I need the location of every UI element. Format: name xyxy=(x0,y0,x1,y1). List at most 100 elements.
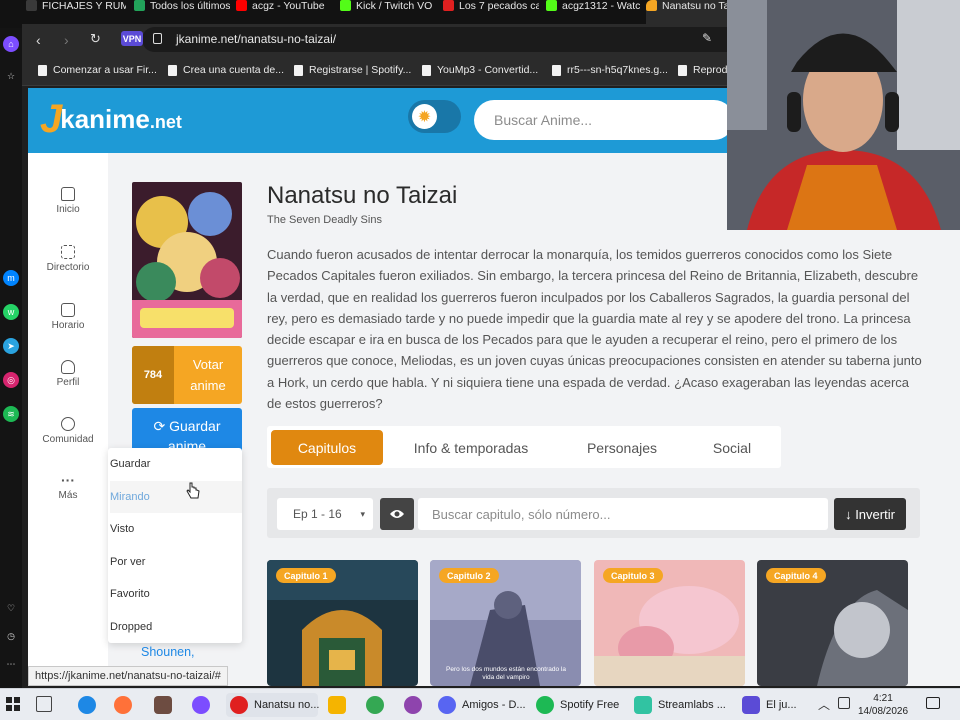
episode-badge: Capitulo 1 xyxy=(276,568,336,583)
anime-cover-image[interactable] xyxy=(132,182,242,338)
network-icon[interactable] xyxy=(838,697,850,709)
task-view-icon[interactable] xyxy=(36,696,52,712)
taskbar-app-streamlabs[interactable]: Streamlabs ... xyxy=(634,693,730,717)
site-nav: Inicio Directorio Horario Perfil Comunid… xyxy=(28,153,108,686)
nav-item-horario[interactable]: Horario xyxy=(28,303,108,331)
episode-card[interactable]: Capitulo 1 xyxy=(267,560,418,686)
episode-badge: Capitulo 3 xyxy=(603,568,663,583)
nav-item-inicio[interactable]: Inicio xyxy=(28,187,108,215)
whatsapp-icon[interactable]: w xyxy=(3,304,19,320)
tab-label: Los 7 pecados ca xyxy=(459,0,539,12)
bookmark-item[interactable]: rr5---sn-h5q7knes.g... xyxy=(552,64,668,76)
taskbar-app-spotify[interactable]: Spotify Free xyxy=(536,693,624,717)
vote-count: 784 xyxy=(132,346,174,404)
nav-item-comunidad[interactable]: Comunidad xyxy=(28,417,108,445)
streamlabs-icon xyxy=(634,696,652,714)
vote-button[interactable]: 784 Votar anime xyxy=(132,346,242,404)
star-icon[interactable]: ☆ xyxy=(3,68,19,84)
app-icon xyxy=(742,696,760,714)
episode-range-select[interactable]: Ep 1 - 16 ▾ xyxy=(277,498,373,530)
calendar-icon xyxy=(61,303,75,317)
nav-item-perfil[interactable]: Perfil xyxy=(28,360,108,388)
webcam-overlay xyxy=(727,0,960,230)
spotify-icon xyxy=(536,696,554,714)
bookmark-item[interactable]: Registrarse | Spotify... xyxy=(294,64,411,76)
clock-date: 14/08/2026 xyxy=(858,706,909,717)
menu-item-por-ver[interactable]: Por ver xyxy=(110,546,242,578)
firefox-icon[interactable] xyxy=(114,696,132,714)
episode-card[interactable]: Capitulo 2 Pero los dos mundos están enc… xyxy=(430,560,581,686)
tab-capitulos[interactable]: Capitulos xyxy=(271,430,383,465)
tab-label: acgz - YouTube xyxy=(252,0,325,12)
jkanime-favicon-icon xyxy=(646,0,657,11)
tab-personajes[interactable]: Personajes xyxy=(567,430,677,465)
list-icon xyxy=(61,245,75,259)
heart-icon[interactable]: ♡ xyxy=(3,600,19,616)
menu-item-dropped[interactable]: Dropped xyxy=(110,611,242,643)
chrome-icon[interactable] xyxy=(366,696,384,714)
tab-favicon-icon xyxy=(443,0,454,11)
telegram-icon[interactable]: ➤ xyxy=(3,338,19,354)
vote-label-line: Votar xyxy=(192,357,224,372)
episode-toolbar: Ep 1 - 16 ▾ Buscar capitulo, sólo número.… xyxy=(267,488,920,538)
taskbar-app-game[interactable]: El ju... xyxy=(742,693,806,717)
tab-info-temporadas[interactable]: Info & temporadas xyxy=(401,430,541,465)
more-icon[interactable]: ⋯ xyxy=(3,656,19,672)
nav-item-directorio[interactable]: Directorio xyxy=(28,245,108,273)
logo-mark: J xyxy=(40,97,63,141)
forward-icon[interactable]: › xyxy=(64,32,69,48)
episode-card[interactable]: Capitulo 4 xyxy=(757,560,908,686)
bookmark-item[interactable]: Reprodu xyxy=(678,64,733,76)
messenger-icon[interactable]: m xyxy=(3,270,19,286)
logo-tld: .net xyxy=(149,112,182,132)
url-text[interactable]: jkanime.net/nanatsu-no-taizai/ xyxy=(176,32,336,46)
app-icon[interactable] xyxy=(154,696,172,714)
episode-card[interactable]: Capitulo 3 xyxy=(594,560,745,686)
edge-icon[interactable] xyxy=(78,696,96,714)
vote-label-line: anime xyxy=(190,378,226,393)
app-icon[interactable] xyxy=(192,696,210,714)
spotify-icon[interactable]: ≋ xyxy=(3,406,19,422)
taskbar-app-discord[interactable]: Amigos - D... xyxy=(438,693,528,717)
menu-item-favorito[interactable]: Favorito xyxy=(110,578,242,610)
tab-label: Nanatsu no Ta xyxy=(662,0,730,12)
taskbar-app-opera[interactable]: Nanatsu no... xyxy=(226,693,319,717)
logo-name: kanime xyxy=(60,104,150,134)
menu-item-guardar[interactable]: Guardar xyxy=(110,448,242,480)
tab-social[interactable]: Social xyxy=(691,430,773,465)
windows-start-icon[interactable] xyxy=(6,697,20,711)
chevron-up-icon[interactable]: ︿ xyxy=(818,696,830,713)
bookmark-item[interactable]: Crea una cuenta de... xyxy=(168,64,284,76)
menu-item-visto[interactable]: Visto xyxy=(110,513,242,545)
episode-badge: Capitulo 2 xyxy=(439,568,499,583)
reload-icon[interactable]: ↻ xyxy=(90,31,101,47)
headphones-icon[interactable] xyxy=(404,696,422,714)
invert-order-button[interactable]: ↓ Invertir xyxy=(834,498,906,530)
browser-sidebar: ⌂ ☆ m w ➤ ◎ ≋ ♡ ◷ ⋯ xyxy=(0,28,22,688)
search-input[interactable]: Buscar Anime... xyxy=(474,100,734,140)
eye-icon[interactable] xyxy=(380,498,414,530)
users-icon xyxy=(61,417,75,431)
anime-synopsis: Cuando fueron acusados de intentar derro… xyxy=(267,247,922,412)
bookmark-item[interactable]: YouMp3 - Convertid... xyxy=(422,64,538,76)
taskbar-clock[interactable]: 4:21 14/08/2026 xyxy=(858,692,908,718)
vpn-badge[interactable]: VPN xyxy=(121,31,143,46)
menu-item-mirando[interactable]: Mirando xyxy=(110,481,242,513)
folder-icon[interactable] xyxy=(328,696,346,714)
back-icon[interactable]: ‹ xyxy=(36,32,41,48)
instagram-icon[interactable]: ◎ xyxy=(3,372,19,388)
site-logo[interactable]: J kanime.net xyxy=(40,97,182,141)
edit-icon[interactable]: ✎ xyxy=(702,31,712,45)
bookmark-item[interactable]: Comenzar a usar Fir... xyxy=(38,64,157,76)
nav-label: Directorio xyxy=(46,262,90,273)
nav-item-mas[interactable]: ··· Más xyxy=(28,473,108,501)
taskbar: Nanatsu no... Amigos - D... Spotify Free… xyxy=(0,688,960,720)
notifications-icon[interactable] xyxy=(926,697,940,709)
episode-search-input[interactable]: Buscar capitulo, sólo número... xyxy=(418,498,828,530)
genre-link[interactable]: Shounen, xyxy=(141,645,195,659)
anime-subtitle: The Seven Deadly Sins xyxy=(267,214,382,226)
theme-toggle[interactable]: ✹ xyxy=(408,100,461,133)
home-icon[interactable]: ⌂ xyxy=(3,36,19,52)
clock-icon[interactable]: ◷ xyxy=(3,628,19,644)
clock-time: 4:21 xyxy=(873,693,893,704)
